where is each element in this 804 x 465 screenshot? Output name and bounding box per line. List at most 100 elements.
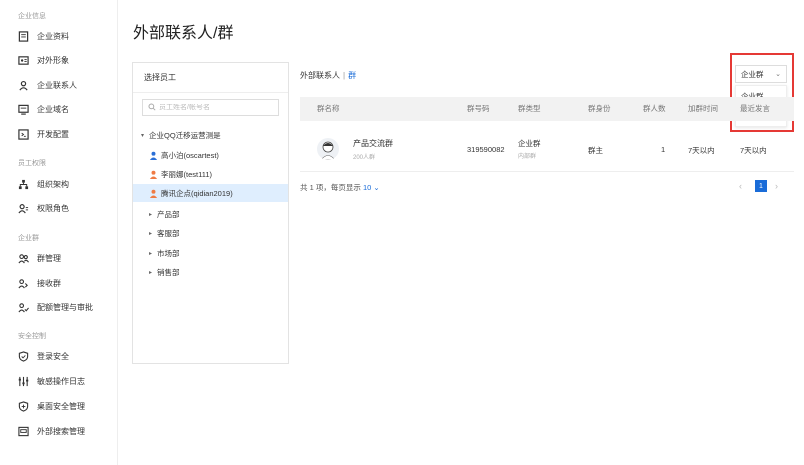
page-size-select[interactable]: 10 ⌄ bbox=[363, 183, 380, 192]
sidebar-item-label: 企业域名 bbox=[37, 104, 69, 114]
group-role: 群主 bbox=[588, 146, 603, 155]
log-icon bbox=[18, 376, 29, 387]
tree-label: 市场部 bbox=[157, 248, 180, 258]
last-speak: 7天以内 bbox=[740, 146, 767, 155]
sidebar: 企业信息 企业资料 对外形象 企业联系人 企业域名 开发配置 员工权限 组织架构… bbox=[0, 0, 118, 465]
quota-icon bbox=[18, 302, 29, 313]
sidebar-item-group-management[interactable]: 群管理 bbox=[18, 250, 61, 266]
sidebar-item-quota-approval[interactable]: 配额管理与审批 bbox=[18, 299, 93, 315]
tree-label: 销售部 bbox=[157, 267, 180, 277]
tree-dept-root[interactable]: ▾ 企业QQ迁移运营测是 bbox=[133, 126, 288, 144]
group-avatar bbox=[317, 138, 339, 160]
tree-dept[interactable]: ▸ 产品部 bbox=[133, 205, 288, 223]
tree-label: 客服部 bbox=[157, 228, 180, 238]
pagination-summary: 共 1 项，每页显示 10 ⌄ bbox=[300, 182, 380, 193]
join-time: 7天以内 bbox=[688, 146, 715, 155]
page-size-value: 10 bbox=[362, 183, 372, 192]
code-icon bbox=[18, 128, 29, 140]
group-type-sub: 内部群 bbox=[518, 154, 537, 160]
employee-panel: 选择员工 ▾ 企业QQ迁移运营测是 高小泊(oscartest) 李丽娜(tes… bbox=[132, 62, 289, 364]
column-header: 群类型 bbox=[518, 104, 541, 113]
sidebar-item-sensitive-log[interactable]: 敏感操作日志 bbox=[18, 373, 85, 389]
sidebar-item-label: 接收群 bbox=[37, 278, 61, 288]
group-name[interactable]: 产品交流群 bbox=[353, 138, 393, 149]
sidebar-item-label: 对外形象 bbox=[37, 55, 69, 65]
panel-header: 选择员工 bbox=[133, 63, 288, 93]
caret-right-icon: ▸ bbox=[149, 230, 153, 237]
role-icon bbox=[18, 203, 29, 214]
sidebar-item-dev-config[interactable]: 开发配置 bbox=[18, 126, 69, 142]
sidebar-item-public-image[interactable]: 对外形象 bbox=[18, 52, 69, 68]
column-header: 群人数 bbox=[643, 104, 666, 113]
sidebar-item-label: 企业联系人 bbox=[37, 80, 77, 90]
sidebar-item-receive-group[interactable]: 接收群 bbox=[18, 275, 61, 291]
table-header: 群名称 群号码 群类型 群身份 群人数 加群时间 最近发言 bbox=[300, 97, 794, 121]
column-header: 加群时间 bbox=[688, 104, 718, 113]
sidebar-item-label: 权限角色 bbox=[37, 203, 69, 213]
person-icon bbox=[149, 170, 158, 179]
contact-icon bbox=[18, 80, 29, 91]
receive-group-icon bbox=[18, 278, 29, 289]
chevron-down-icon: ⌄ bbox=[373, 183, 380, 192]
sidebar-item-label: 敏感操作日志 bbox=[37, 376, 85, 386]
sidebar-item-label: 配额管理与审批 bbox=[37, 302, 93, 312]
tree-person[interactable]: 高小泊(oscartest) bbox=[133, 146, 288, 164]
sidebar-item-org-structure[interactable]: 组织架构 bbox=[18, 176, 69, 192]
select-value: 企业群 bbox=[741, 69, 764, 79]
tree-person[interactable]: 李丽娜(test111) bbox=[133, 165, 288, 183]
sidebar-section-title: 企业信息 bbox=[18, 13, 46, 20]
org-icon bbox=[18, 179, 29, 190]
person-icon bbox=[149, 151, 158, 160]
group-size: 200人群 bbox=[353, 155, 376, 161]
pagination-summary-text: 共 1 项，每页显示 bbox=[300, 183, 361, 192]
sidebar-item-label: 登录安全 bbox=[37, 351, 69, 361]
caret-right-icon: ▸ bbox=[149, 211, 153, 218]
id-card-icon bbox=[18, 55, 29, 66]
sidebar-item-login-security[interactable]: 登录安全 bbox=[18, 348, 69, 364]
employee-search[interactable] bbox=[142, 99, 279, 116]
sidebar-item-external-search[interactable]: 外部搜索管理 bbox=[18, 423, 85, 439]
current-page-button[interactable]: 1 bbox=[755, 180, 767, 192]
table-row[interactable]: 产品交流群 200人群 319590082 企业群 内部群 群主 1 7天以内 … bbox=[300, 128, 794, 172]
group-type-select[interactable]: 企业群 ⌄ bbox=[735, 65, 787, 83]
tree-label: 李丽娜(test111) bbox=[161, 169, 212, 179]
tree-dept[interactable]: ▸ 销售部 bbox=[133, 263, 288, 281]
sidebar-item-label: 桌面安全管理 bbox=[37, 401, 85, 411]
shield-icon bbox=[18, 350, 29, 362]
sidebar-item-company-contacts[interactable]: 企业联系人 bbox=[18, 77, 77, 93]
caret-right-icon: ▸ bbox=[149, 250, 153, 257]
sidebar-item-label: 群管理 bbox=[37, 253, 61, 263]
document-icon bbox=[18, 30, 29, 42]
sidebar-item-desktop-security[interactable]: 桌面安全管理 bbox=[18, 398, 85, 414]
tree-person-selected[interactable]: 腾讯企点(qidian2019) bbox=[133, 184, 288, 202]
column-header: 群号码 bbox=[467, 104, 490, 113]
sidebar-item-label: 企业资料 bbox=[37, 31, 69, 41]
prev-page-button[interactable]: ‹ bbox=[739, 181, 742, 191]
column-header: 群名称 bbox=[317, 104, 340, 113]
sidebar-item-company-domain[interactable]: 企业域名 bbox=[18, 101, 69, 117]
search-input[interactable] bbox=[159, 104, 269, 111]
sidebar-section-title: 安全控制 bbox=[18, 333, 46, 340]
column-header: 群身份 bbox=[588, 104, 611, 113]
tree-label: 产品部 bbox=[157, 209, 180, 219]
sidebar-item-company-info[interactable]: 企业资料 bbox=[18, 28, 69, 44]
tree-label: 企业QQ迁移运营测是 bbox=[149, 130, 221, 140]
sidebar-section-title: 员工权限 bbox=[18, 160, 46, 167]
breadcrumb-parent[interactable]: 外部联系人 bbox=[300, 71, 340, 80]
tree-label: 腾讯企点(qidian2019) bbox=[161, 188, 233, 198]
column-header: 最近发言 bbox=[740, 104, 770, 113]
domain-icon bbox=[18, 104, 29, 115]
tree-dept[interactable]: ▸ 客服部 bbox=[133, 224, 288, 242]
group-icon bbox=[18, 253, 29, 264]
sidebar-item-permission-roles[interactable]: 权限角色 bbox=[18, 200, 69, 216]
chevron-down-icon: ⌄ bbox=[775, 71, 781, 78]
tree-dept[interactable]: ▸ 市场部 bbox=[133, 244, 288, 262]
sidebar-item-label: 组织架构 bbox=[37, 179, 69, 189]
sidebar-item-label: 开发配置 bbox=[37, 129, 69, 139]
next-page-button[interactable]: › bbox=[775, 181, 778, 191]
group-count: 1 bbox=[661, 145, 666, 154]
search-manage-icon bbox=[18, 426, 29, 437]
desktop-shield-icon bbox=[18, 400, 29, 412]
tree-label: 高小泊(oscartest) bbox=[161, 150, 219, 160]
group-type: 企业群 bbox=[518, 139, 541, 148]
